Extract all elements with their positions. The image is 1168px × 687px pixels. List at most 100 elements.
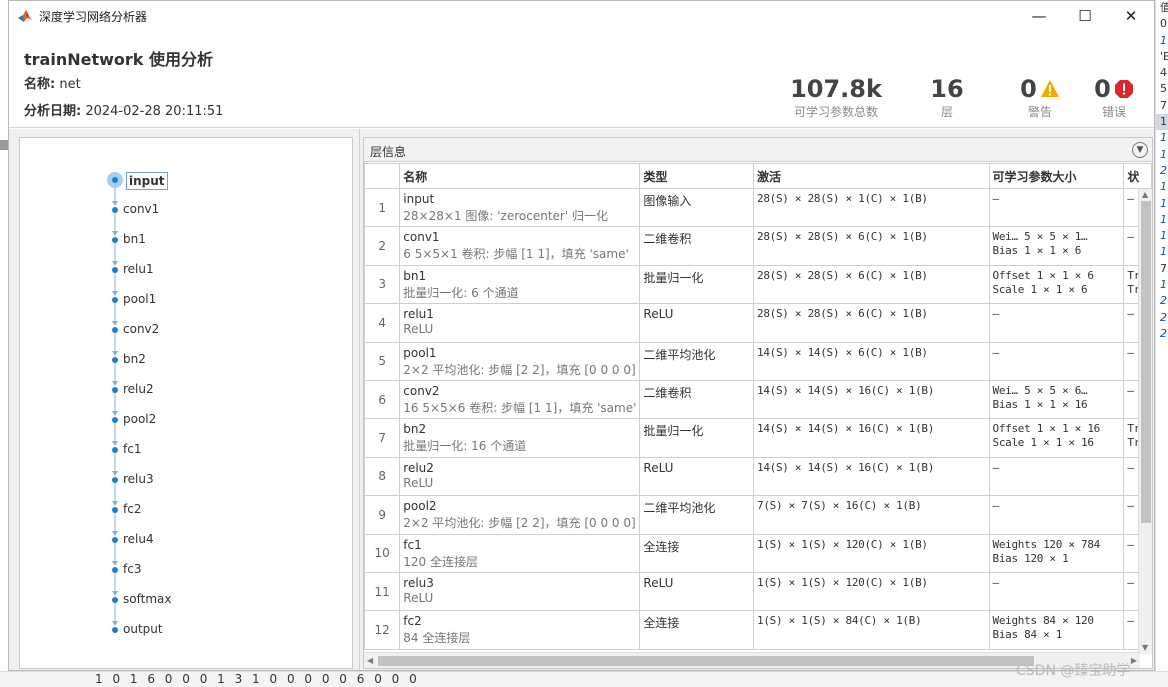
table-row[interactable]: 6 conv2 16 5×5×6 卷积: 步幅 [1 1]，填充 'same' 二维卷… (364, 379, 1152, 420)
table-row[interactable]: 8 relu2 ReLU ReLU 14(S) × 14(S) × 16(C) × 1(… (364, 456, 1152, 497)
layer-name: conv2 (403, 383, 440, 398)
close-button[interactable]: ✕ (1108, 1, 1154, 31)
col-activation-header[interactable]: 激活 (753, 163, 990, 189)
graph-node-label-input[interactable]: input (126, 172, 168, 190)
collapse-icon[interactable]: ▼ (1132, 142, 1148, 158)
graph-edge-arrow (112, 531, 118, 536)
layer-type: 二维平均池化 (639, 341, 754, 381)
date-label: 分析日期: (24, 104, 82, 119)
table-row[interactable]: 10 fc1 120 全连接层 全连接 1(S) × 1(S) × 120(C) × 1… (364, 533, 1152, 573)
horizontal-scroll-thumb[interactable] (378, 656, 1034, 666)
table-row[interactable]: 11 relu3 ReLU ReLU 1(S) × 1(S) × 120(C) × 1(… (364, 571, 1152, 612)
row-index: 2 (364, 226, 401, 266)
learnable-param-line: – (992, 345, 1000, 359)
background-value-cell: 1 (1160, 33, 1167, 47)
learnable-param-line: Scale 1 × 1 × 6 (992, 282, 1088, 296)
layer-type: 批量归一化 (639, 264, 754, 305)
graph-node-input[interactable] (112, 177, 118, 183)
graph-node-label-relu1[interactable]: relu1 (123, 262, 154, 276)
graph-node-label-bn1[interactable]: bn1 (123, 232, 146, 246)
graph-node-bn1[interactable] (112, 237, 118, 243)
graph-node-pool2[interactable] (112, 417, 118, 423)
graph-node-relu3[interactable] (112, 477, 118, 483)
title-bar[interactable]: 深度学习网络分析器 — ☐ ✕ (9, 1, 1154, 31)
layer-name-cell: fc1 120 全连接层 (399, 533, 641, 573)
graph-node-label-output[interactable]: output (123, 622, 163, 636)
background-value-cell: 2 (1160, 163, 1167, 177)
minimize-button[interactable]: — (1016, 1, 1062, 31)
layer-type: 二维卷积 (639, 379, 754, 420)
layer-description: 28×28×1 图像: 'zerocenter' 归一化 (403, 209, 608, 223)
panel-splitter[interactable] (359, 129, 360, 670)
background-value-cell: 2 (1160, 326, 1167, 340)
graph-node-label-pool2[interactable]: pool2 (123, 412, 156, 426)
col-name-header[interactable]: 名称 (399, 163, 641, 189)
graph-node-softmax[interactable] (112, 597, 118, 603)
layer-graph[interactable] (20, 138, 354, 670)
graph-node-fc3[interactable] (112, 567, 118, 573)
background-value-cell: 2 (1160, 294, 1167, 308)
stat-warnings[interactable]: 0 警告 (1005, 76, 1075, 120)
maximize-button[interactable]: ☐ (1062, 1, 1108, 31)
col-state-header[interactable]: 状 (1123, 163, 1152, 189)
graph-node-relu2[interactable] (112, 387, 118, 393)
network-graph-panel[interactable]: input conv1 bn1 relu1 pool1 conv2 bn2 relu2 pool… (19, 137, 353, 669)
graph-node-conv2[interactable] (112, 327, 118, 333)
table-row[interactable]: 7 bn2 批量归一化: 16 个通道 批量归一化 14(S) × 14(S) × 16… (364, 418, 1152, 458)
scroll-up-icon[interactable]: ▲ (1142, 190, 1148, 200)
table-row[interactable]: 3 bn1 批量归一化: 6 个通道 批量归一化 28(S) × 28(S) × 6(C… (364, 264, 1152, 305)
layer-name: bn2 (403, 422, 427, 437)
background-value-cell: 1 (1160, 147, 1167, 161)
layer-type: ReLU (639, 303, 754, 343)
table-row[interactable]: 5 pool1 2×2 平均池化: 步幅 [2 2]，填充 [0 0 0 0] 二维平… (364, 341, 1152, 381)
graph-node-label-conv2[interactable]: conv2 (123, 322, 159, 336)
vertical-scroll-thumb[interactable] (1141, 201, 1151, 523)
layer-info-header: 层信息 ▼ (364, 138, 1152, 162)
graph-node-pool1[interactable] (112, 297, 118, 303)
learnable-param-line: – (992, 460, 1000, 474)
scroll-right-icon[interactable]: ▶ (1131, 656, 1137, 666)
table-row[interactable]: 4 relu1 ReLU ReLU 28(S) × 28(S) × 6(C) × 1(B… (364, 303, 1152, 343)
col-params-header[interactable]: 可学习参数大小 (988, 163, 1125, 189)
table-row[interactable]: 9 pool2 2×2 平均池化: 步幅 [2 2]，填充 [0 0 0 0] 二维平… (364, 495, 1152, 535)
graph-node-label-pool1[interactable]: pool1 (123, 292, 156, 306)
graph-node-label-relu3[interactable]: relu3 (123, 472, 154, 486)
table-row[interactable]: 12 fc2 84 全连接层 全连接 1(S) × 1(S) × 84(C) × 1(B… (364, 610, 1152, 650)
graph-node-label-fc1[interactable]: fc1 (123, 442, 141, 456)
close-icon: ✕ (1124, 7, 1138, 25)
table-header-row: 名称 类型 激活 可学习参数大小 状 (364, 163, 1152, 189)
layer-activation: 28(S) × 28(S) × 1(C) × 1(B) (753, 187, 990, 228)
col-type-header[interactable]: 类型 (639, 163, 754, 189)
graph-node-label-bn2[interactable]: bn2 (123, 352, 146, 366)
layer-description: 120 全连接层 (403, 554, 479, 569)
learnable-param-line: Scale 1 × 1 × 16 (992, 436, 1094, 450)
vertical-scrollbar[interactable]: ▲ ▼ (1138, 189, 1152, 654)
table-row[interactable]: 1 input 28×28×1 图像: 'zerocenter' 归一化 图像输入 28… (364, 187, 1152, 228)
graph-node-fc2[interactable] (112, 507, 118, 513)
graph-node-fc1[interactable] (112, 447, 118, 453)
graph-node-label-conv1[interactable]: conv1 (123, 202, 159, 216)
layer-description: 6 5×5×1 卷积: 步幅 [1 1]，填充 'same' (403, 247, 629, 262)
graph-node-label-softmax[interactable]: softmax (123, 592, 171, 606)
layer-activation: 14(S) × 14(S) × 16(C) × 1(B) (753, 418, 990, 458)
graph-node-label-relu4[interactable]: relu4 (123, 532, 154, 546)
stat-errors[interactable]: 0 错误 (1082, 76, 1146, 120)
table-row[interactable]: 2 conv1 6 5×5×1 卷积: 步幅 [1 1]，填充 'same' 二维卷积… (364, 226, 1152, 266)
layer-name-cell: pool1 2×2 平均池化: 步幅 [2 2]，填充 [0 0 0 0] (399, 341, 641, 381)
layer-info-panel: 层信息 ▼ 名称 类型 激活 可学习参数大小 状 1 input 28×28×1… (363, 137, 1153, 669)
graph-node-relu1[interactable] (112, 267, 118, 273)
graph-node-relu4[interactable] (112, 537, 118, 543)
params-count: 107.8k (790, 75, 882, 103)
graph-edge-arrow (112, 261, 118, 266)
learnable-params-cell: – (988, 456, 1125, 497)
learnable-param-line: Weights 84 × 120 (992, 614, 1094, 628)
graph-node-label-fc2[interactable]: fc2 (123, 502, 141, 516)
scroll-down-icon[interactable]: ▼ (1142, 643, 1148, 653)
graph-node-label-relu2[interactable]: relu2 (123, 382, 154, 396)
scroll-left-icon[interactable]: ◀ (367, 656, 373, 666)
graph-node-output[interactable] (112, 627, 118, 633)
graph-node-label-fc3[interactable]: fc3 (123, 562, 141, 576)
graph-node-conv1[interactable] (112, 207, 118, 213)
graph-node-bn2[interactable] (112, 357, 118, 363)
layer-name: relu2 (403, 460, 434, 475)
